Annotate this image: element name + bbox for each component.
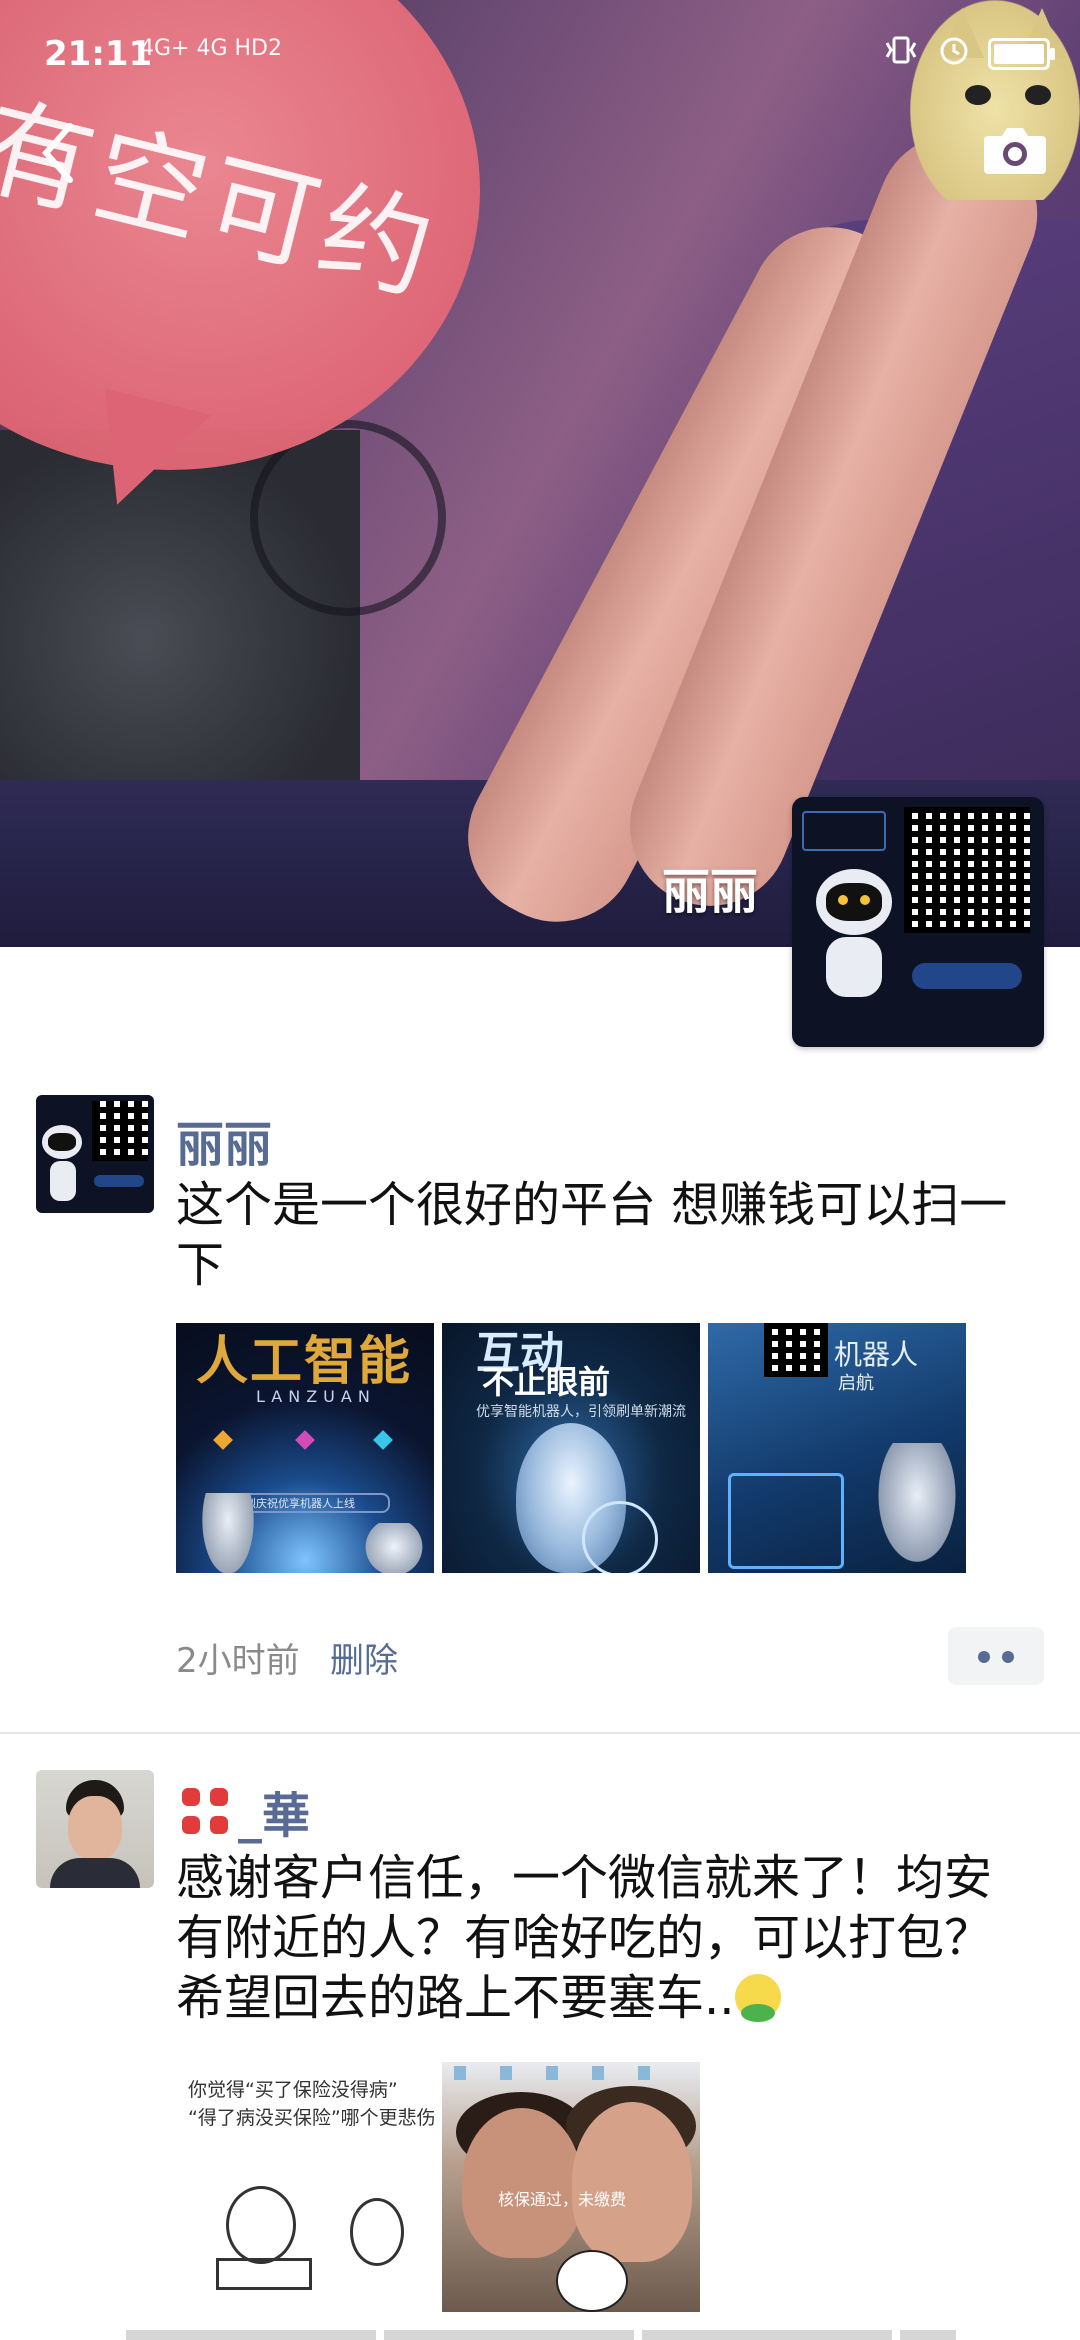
image-subtitle: 启航	[838, 1373, 874, 1394]
camera-icon[interactable]	[982, 124, 1048, 176]
anger-emoji-icon	[176, 1782, 234, 1840]
post-image[interactable]: 人工智能 LANZUAN 热烈庆祝优享机器人上线	[176, 1323, 434, 1573]
post-author-name[interactable]: 丽丽	[176, 1105, 272, 1175]
image-subtitle: 不止眼前	[482, 1363, 611, 1401]
profile-avatar[interactable]	[792, 797, 1044, 1047]
smile-emoji-icon	[734, 1974, 781, 2022]
back-arrow-icon[interactable]	[38, 118, 98, 198]
image-label: 核保通过，未缴费	[498, 2190, 627, 2209]
delete-link[interactable]: 删除	[330, 1633, 398, 1682]
post-author-name-text: _華	[238, 1788, 311, 1844]
post-divider	[0, 1732, 1080, 1734]
post-image[interactable]: 互动 不止眼前 优享智能机器人，引领刷单新潮流	[442, 1323, 700, 1573]
post-text: 感谢客户信任，一个微信就来了！均安有附近的人？有啥好吃的，可以打包？希望回去的路…	[176, 1848, 1020, 2028]
status-network: 4G+ 4G HD2	[140, 36, 282, 61]
vibrate-icon	[882, 35, 920, 73]
status-icons	[882, 34, 1055, 74]
image-subtitle: LANZUAN	[256, 1387, 376, 1406]
image-title: 人工智能	[196, 1332, 413, 1392]
battery-icon	[988, 38, 1055, 70]
cover-user-name: 丽丽	[661, 864, 758, 920]
image-caption-line: “得了病没买保险”哪个更悲伤	[188, 2107, 434, 2129]
post-text: 这个是一个很好的平台 想赚钱可以扫一下	[176, 1177, 1008, 1293]
post-image[interactable]: 核保通过，未缴费	[442, 2062, 700, 2312]
more-dots-icon[interactable]	[948, 1627, 1044, 1685]
post-avatar[interactable]	[36, 1095, 154, 1213]
image-title: 机器人	[834, 1338, 919, 1371]
post-timestamp: 2小时前	[176, 1641, 300, 1681]
status-bar: 21:11 4G+ 4G HD2	[0, 0, 1080, 110]
image-caption-line: 你觉得“买了保险没得病”	[188, 2079, 398, 2101]
post-image[interactable]: 你觉得“买了保险没得病” “得了病没买保险”哪个更悲伤	[176, 2062, 434, 2312]
post-image[interactable]: 机器人 启航	[708, 1323, 966, 1573]
moment-post: 丽丽 这个是一个很好的平台 想赚钱可以扫一下 人工智能 LANZUAN 热烈庆祝…	[0, 1095, 1080, 1735]
image-body: 优享智能机器人，引领刷单新潮流	[476, 1404, 686, 1420]
image-caption: 你觉得“买了保险没得病” “得了病没买保险”哪个更悲伤	[188, 2076, 434, 2132]
next-post-preview	[126, 2330, 956, 2340]
post-image-grid: 你觉得“买了保险没得病” “得了病没买保险”哪个更悲伤 核保通过，未缴费	[176, 2062, 700, 2312]
post-avatar[interactable]	[36, 1770, 154, 1888]
bunny-sticker-icon	[556, 2250, 628, 2312]
post-author-name[interactable]: _華	[176, 1776, 310, 1846]
status-time: 21:11	[44, 34, 153, 74]
alarm-icon	[938, 34, 970, 74]
post-text-content: 感谢客户信任，一个微信就来了！均安有附近的人？有啥好吃的，可以打包？希望回去的路…	[176, 1850, 993, 2026]
post-image-grid: 人工智能 LANZUAN 热烈庆祝优享机器人上线 互动 不止眼前 优享智能机器人…	[176, 1323, 966, 1573]
moment-post: _華 感谢客户信任，一个微信就来了！均安有附近的人？有啥好吃的，可以打包？希望回…	[0, 1770, 1080, 2340]
